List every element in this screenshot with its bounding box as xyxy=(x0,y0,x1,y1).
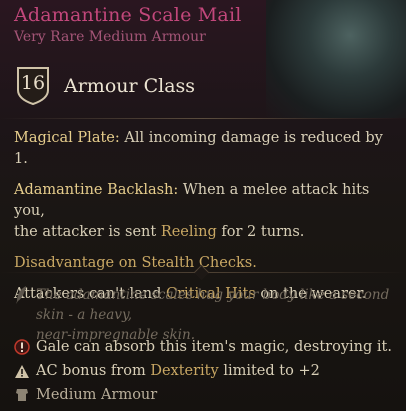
warning-icon xyxy=(14,339,36,355)
item-name: Adamantine Scale Mail xyxy=(14,4,242,26)
adamantine-backlash-effect: Adamantine Backlash: When a melee attack… xyxy=(14,180,394,243)
reeling-keyword[interactable]: Reeling xyxy=(161,224,217,240)
effect-text: limited to +2 xyxy=(223,363,320,379)
effect-text: on xyxy=(114,255,142,271)
item-info-section: Gale can absorb this item's magic, destr… xyxy=(14,335,394,407)
absorb-warning-row: Gale can absorb this item's magic, destr… xyxy=(14,335,394,359)
effect-text: for 2 turns. xyxy=(216,224,305,240)
armour-image xyxy=(266,0,406,118)
item-rarity-type: Very Rare Medium Armour xyxy=(14,29,206,45)
tooltip-header: Adamantine Scale Mail Very Rare Medium A… xyxy=(14,4,242,45)
armour-category-row: Medium Armour xyxy=(14,383,394,407)
absorb-warning-text: Gale can absorb this item's magic, destr… xyxy=(36,339,392,355)
armour-class-value: 16 xyxy=(20,72,46,94)
effect-name: Magical Plate: xyxy=(14,130,120,146)
item-tooltip: Adamantine Scale Mail Very Rare Medium A… xyxy=(0,0,406,411)
caution-triangle-icon xyxy=(14,364,36,379)
disadvantage-keyword[interactable]: Disadvantage xyxy=(14,255,114,271)
effect-name: Adamantine Backlash: xyxy=(14,182,179,198)
flavor-line: The adamantine scales hug your body like… xyxy=(36,287,390,323)
armour-category-icon xyxy=(14,387,36,403)
divider xyxy=(0,118,406,119)
dexterity-limit-row: AC bonus from Dexterity limited to +2 xyxy=(14,359,394,383)
effect-text: . xyxy=(252,255,257,271)
effects-section: Magical Plate: All incoming damage is re… xyxy=(14,128,394,305)
armour-category-text: Medium Armour xyxy=(36,387,158,403)
dexterity-keyword[interactable]: Dexterity xyxy=(150,363,218,379)
effect-text: AC bonus from xyxy=(36,363,146,379)
effect-text: the attacker is sent xyxy=(14,224,161,240)
armour-class-label: Armour Class xyxy=(64,75,196,97)
magical-plate-effect: Magical Plate: All incoming damage is re… xyxy=(14,128,394,170)
armour-class-shield-icon: 16 xyxy=(16,66,50,106)
armour-class-row: 16 Armour Class xyxy=(16,66,195,106)
